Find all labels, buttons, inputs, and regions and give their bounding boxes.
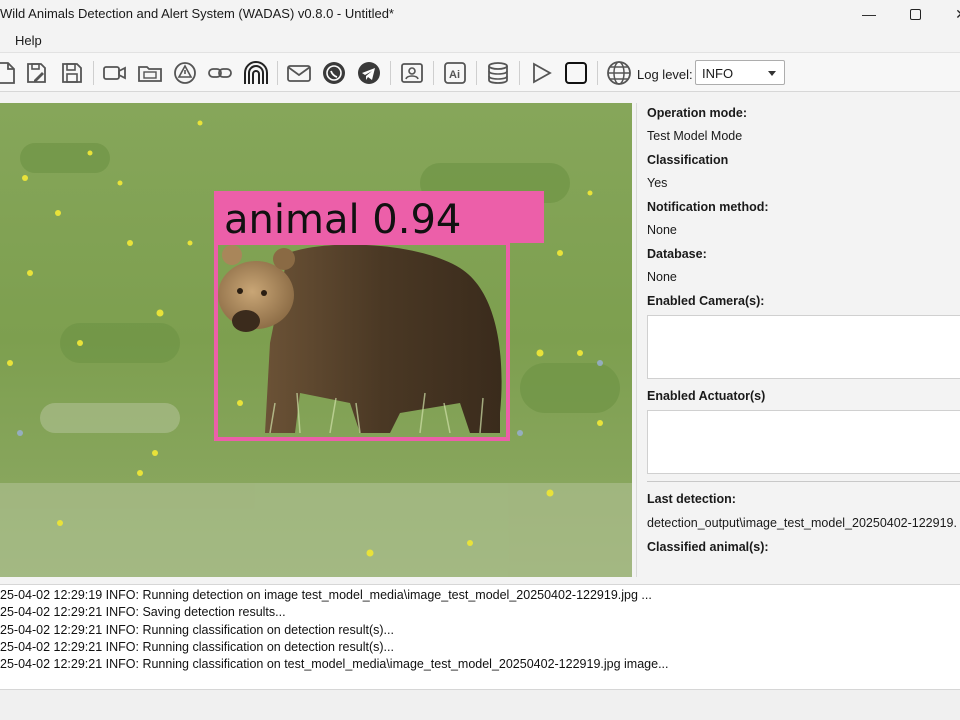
folder-icon (138, 66, 162, 82)
ai-icon: Ai (444, 62, 466, 84)
enabled-actuators-label: Enabled Actuator(s) (647, 389, 766, 403)
whatsapp-icon (323, 62, 345, 84)
close-button[interactable]: ✕ (938, 0, 960, 28)
enabled-actuators-list[interactable] (647, 410, 960, 474)
last-detection-label: Last detection: (647, 492, 736, 506)
ai-model-button[interactable]: Ai (441, 60, 469, 86)
log-line: 25-04-02 12:29:21 INFO: Running classifi… (0, 623, 394, 637)
media-folder-button[interactable] (136, 60, 164, 86)
svg-text:Ai: Ai (449, 69, 460, 81)
log-level-select[interactable]: INFO (695, 60, 785, 85)
run-button[interactable] (527, 60, 555, 86)
maximize-button[interactable] (892, 0, 938, 28)
database-value: None (647, 270, 677, 284)
open-file-button[interactable] (0, 60, 20, 86)
tunnel-button[interactable] (242, 60, 270, 86)
language-button[interactable] (605, 60, 633, 86)
operation-mode-value: Test Model Mode (647, 129, 743, 143)
maximize-icon (909, 8, 921, 20)
warning-icon (174, 62, 196, 84)
database-label: Database: (647, 247, 707, 261)
enabled-cameras-list[interactable] (647, 315, 960, 379)
classification-label: Classification (647, 153, 729, 167)
title-bar: Wild Animals Detection and Alert System … (0, 0, 960, 28)
menu-bar: Help (0, 28, 960, 52)
log-line: 25-04-02 12:29:21 INFO: Running classifi… (0, 657, 669, 671)
toolbar-separator (597, 61, 598, 85)
log-line: 25-04-02 12:29:21 INFO: Running classifi… (0, 640, 394, 654)
window-title: Wild Animals Detection and Alert System … (0, 6, 394, 21)
notification-method-label: Notification method: (647, 200, 769, 214)
toolbar-separator (519, 61, 520, 85)
menu-help[interactable]: Help (15, 33, 42, 48)
whatsapp-button[interactable] (320, 60, 348, 86)
database-button[interactable] (484, 60, 512, 86)
chevron-down-icon (768, 71, 776, 76)
play-icon (533, 62, 552, 84)
toolbar: Ai Log level: INFO (0, 52, 960, 92)
save-as-button[interactable] (23, 60, 51, 86)
contacts-button[interactable] (398, 60, 426, 86)
link-icon (208, 68, 232, 78)
minimize-button[interactable]: — (846, 0, 892, 28)
contact-card-icon (401, 63, 423, 83)
enabled-cameras-label: Enabled Camera(s): (647, 294, 765, 308)
toolbar-separator (390, 61, 391, 85)
detection-label: animal 0.94 (224, 197, 461, 243)
telegram-icon (358, 62, 380, 84)
toolbar-separator (93, 61, 94, 85)
globe-icon (607, 61, 631, 85)
notification-method-value: None (647, 223, 677, 237)
actuator-button[interactable] (171, 60, 199, 86)
stop-button[interactable] (562, 60, 590, 86)
status-bar (0, 690, 960, 720)
open-file-icon (0, 62, 15, 84)
classification-value: Yes (647, 176, 668, 190)
email-button[interactable] (285, 60, 313, 86)
database-icon (488, 62, 508, 84)
toolbar-separator (433, 61, 434, 85)
stop-icon (565, 62, 587, 84)
classified-animals-label: Classified animal(s): (647, 540, 769, 554)
camera-button[interactable] (101, 60, 129, 86)
save-button[interactable] (58, 60, 86, 86)
save-as-icon (27, 63, 46, 83)
save-icon (62, 63, 82, 83)
close-icon: ✕ (955, 6, 960, 23)
email-icon (287, 65, 311, 82)
last-detection-value: detection_output\image_test_model_202504… (647, 516, 957, 530)
info-panel: Operation mode: Test Model Mode Classifi… (637, 103, 960, 577)
telegram-button[interactable] (355, 60, 383, 86)
connection-button[interactable] (206, 60, 234, 86)
log-level-label: Log level: (637, 67, 693, 82)
operation-mode-label: Operation mode: (647, 106, 748, 120)
toolbar-separator (476, 61, 477, 85)
panel-separator (647, 481, 960, 482)
log-output[interactable]: 25-04-02 12:29:19 INFO: Running detectio… (0, 584, 960, 690)
log-level-value: INFO (702, 66, 734, 81)
toolbar-separator (277, 61, 278, 85)
bear-photo: animal 0.94 (0, 103, 632, 577)
camera-icon (103, 66, 126, 80)
tunnel-icon (244, 61, 268, 84)
minimize-icon: — (862, 6, 876, 22)
log-line: 25-04-02 12:29:19 INFO: Running detectio… (0, 588, 652, 602)
log-line: 25-04-02 12:29:21 INFO: Saving detection… (0, 605, 286, 619)
detection-image: animal 0.94 (0, 103, 632, 577)
